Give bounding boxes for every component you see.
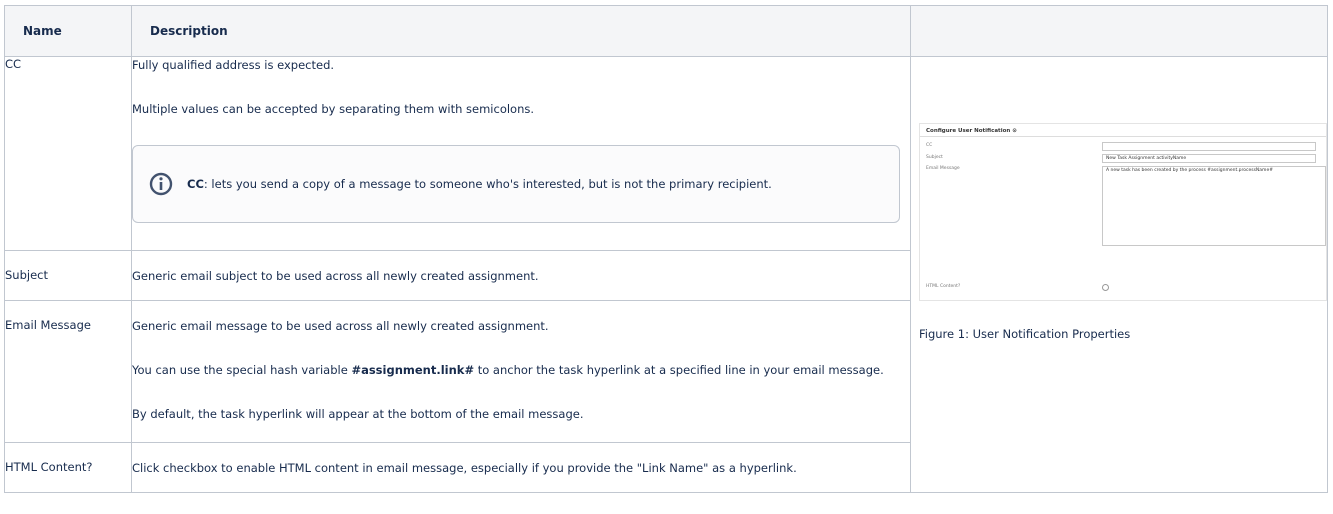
properties-table: Name Description CC Fully qualified addr… <box>4 5 1328 493</box>
figure-subject-input: New Task Assignment activityName <box>1102 154 1316 163</box>
figure-cell: Configure User Notification ⊙ CC Subject… <box>910 56 1328 493</box>
paragraph: By default, the task hyperlink will appe… <box>132 407 584 421</box>
row-description: Fully qualified address is expected. Mul… <box>131 56 911 251</box>
row-name: HTML Content? <box>4 442 132 493</box>
figure-html-checkbox <box>1102 284 1109 291</box>
figure-label: Email Message <box>926 166 960 171</box>
header-description: Description <box>131 5 911 57</box>
info-icon <box>149 172 173 196</box>
figure-message-input: A new task has been created by the proce… <box>1102 166 1326 246</box>
paragraph: Fully qualified address is expected. <box>132 58 335 72</box>
note-body: : lets you send a copy of a message to s… <box>203 177 772 191</box>
paragraph: Multiple values can be accepted by separ… <box>132 102 535 116</box>
row-description: Generic email subject to be used across … <box>131 250 911 301</box>
figure-image: Configure User Notification ⊙ CC Subject… <box>919 123 1327 301</box>
info-panel-text: CC: lets you send a copy of a message to… <box>187 177 772 191</box>
paragraph: Generic email subject to be used across … <box>132 269 539 283</box>
table-row: CC Fully qualified address is expected. … <box>4 56 1328 493</box>
hash-variable: #assignment.link# <box>351 363 475 377</box>
figure-cc-input <box>1102 142 1316 151</box>
figure-label: Subject <box>926 155 943 160</box>
row-name: Subject <box>4 250 132 301</box>
header-row: Name Description <box>4 5 1328 57</box>
row-name: Email Message <box>4 300 132 443</box>
paragraph: Generic email message to be used across … <box>132 319 549 333</box>
paragraph: You can use the special hash variable #a… <box>132 363 884 377</box>
row-description: Click checkbox to enable HTML content in… <box>131 442 911 493</box>
row-name: CC <box>4 56 132 251</box>
header-figure <box>910 5 1328 57</box>
note-term: CC <box>187 177 204 191</box>
figure-title: Configure User Notification ⊙ <box>926 128 1017 134</box>
header-name: Name <box>4 5 132 57</box>
figure-caption: Figure 1: User Notification Properties <box>919 327 1131 341</box>
info-panel: CC: lets you send a copy of a message to… <box>132 145 900 223</box>
paragraph: Click checkbox to enable HTML content in… <box>132 461 797 475</box>
figure-label: CC <box>926 143 933 148</box>
row-description: Generic email message to be used across … <box>131 300 911 443</box>
figure-label: HTML Content? <box>926 284 961 289</box>
